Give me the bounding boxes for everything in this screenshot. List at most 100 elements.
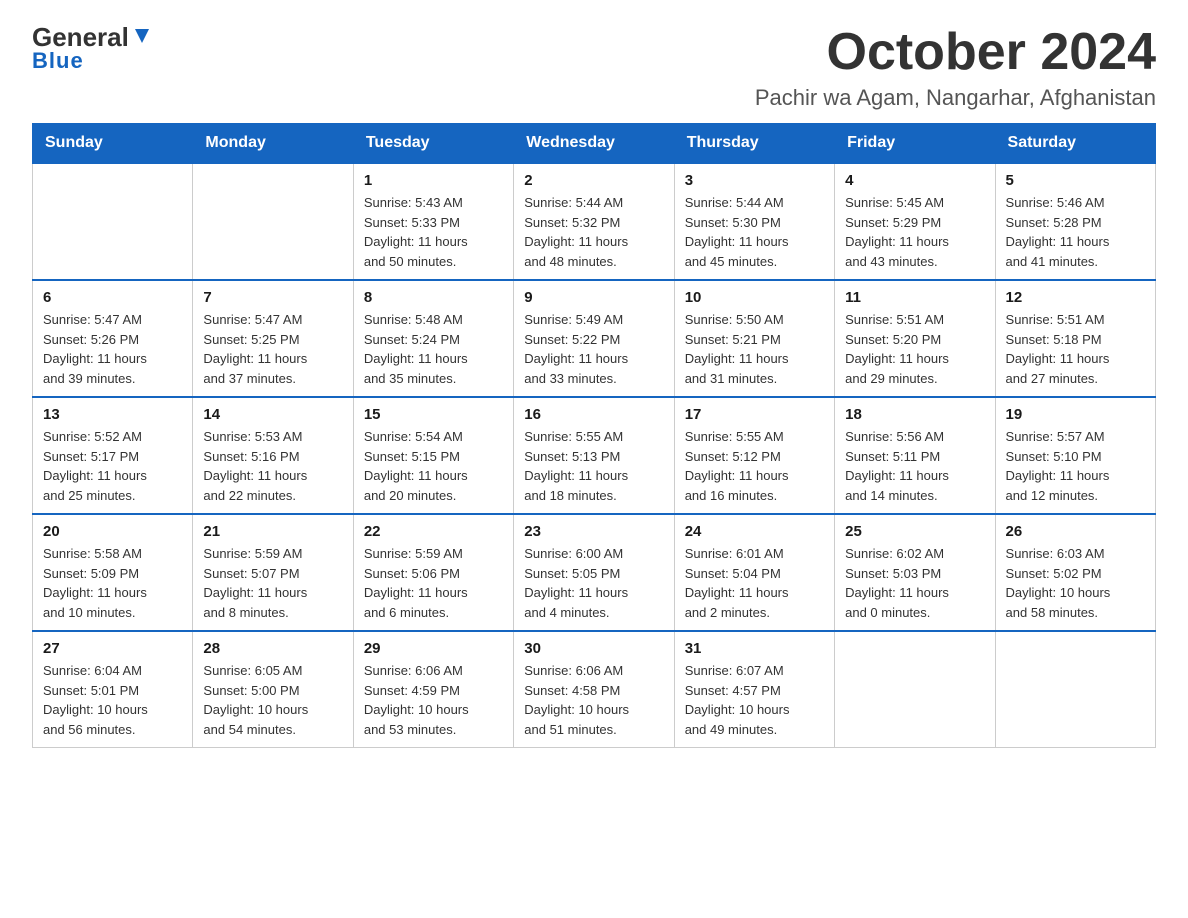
day-info: Sunrise: 6:00 AM Sunset: 5:05 PM Dayligh…: [524, 544, 663, 622]
day-number: 1: [364, 172, 503, 189]
calendar-day-cell: [193, 163, 353, 280]
calendar-day-cell: 17 Sunrise: 5:55 AM Sunset: 5:12 PM Dayli…: [674, 397, 834, 514]
day-number: 10: [685, 289, 824, 306]
day-number: 5: [1006, 172, 1145, 189]
logo-triangle-icon: [131, 25, 153, 47]
day-number: 29: [364, 640, 503, 657]
calendar-day-cell: 5 Sunrise: 5:46 AM Sunset: 5:28 PM Daylig…: [995, 163, 1155, 280]
day-number: 17: [685, 406, 824, 423]
day-info: Sunrise: 5:44 AM Sunset: 5:30 PM Dayligh…: [685, 193, 824, 271]
day-number: 14: [203, 406, 342, 423]
day-of-week-header: Friday: [835, 124, 995, 164]
calendar-day-cell: 24 Sunrise: 6:01 AM Sunset: 5:04 PM Dayli…: [674, 514, 834, 631]
day-number: 31: [685, 640, 824, 657]
day-info: Sunrise: 5:43 AM Sunset: 5:33 PM Dayligh…: [364, 193, 503, 271]
calendar-day-cell: 29 Sunrise: 6:06 AM Sunset: 4:59 PM Dayli…: [353, 631, 513, 748]
month-title: October 2024: [755, 24, 1156, 81]
day-of-week-header: Wednesday: [514, 124, 674, 164]
calendar-day-cell: [33, 163, 193, 280]
day-number: 13: [43, 406, 182, 423]
calendar-week-row: 20Sunrise: 5:58 AM Sunset: 5:09 PM Dayli…: [33, 514, 1156, 631]
day-number: 20: [43, 523, 182, 540]
calendar-day-cell: 19 Sunrise: 5:57 AM Sunset: 5:10 PM Dayli…: [995, 397, 1155, 514]
day-of-week-header: Saturday: [995, 124, 1155, 164]
calendar-day-cell: 12 Sunrise: 5:51 AM Sunset: 5:18 PM Dayli…: [995, 280, 1155, 397]
calendar-day-cell: 30Sunrise: 6:06 AM Sunset: 4:58 PM Dayli…: [514, 631, 674, 748]
calendar-day-cell: 9Sunrise: 5:49 AM Sunset: 5:22 PM Daylig…: [514, 280, 674, 397]
calendar-day-cell: 27 Sunrise: 6:04 AM Sunset: 5:01 PM Dayli…: [33, 631, 193, 748]
calendar-day-cell: 14 Sunrise: 5:53 AM Sunset: 5:16 PM Dayli…: [193, 397, 353, 514]
day-info: Sunrise: 5:54 AM Sunset: 5:15 PM Dayligh…: [364, 427, 503, 505]
day-number: 26: [1006, 523, 1145, 540]
day-number: 24: [685, 523, 824, 540]
page-header: General Blue October 2024 Pachir wa Agam…: [32, 24, 1156, 111]
calendar-day-cell: 31 Sunrise: 6:07 AM Sunset: 4:57 PM Dayli…: [674, 631, 834, 748]
day-of-week-header: Monday: [193, 124, 353, 164]
calendar-day-cell: 4 Sunrise: 5:45 AM Sunset: 5:29 PM Daylig…: [835, 163, 995, 280]
calendar-day-cell: [995, 631, 1155, 748]
day-info: Sunrise: 5:55 AM Sunset: 5:12 PM Dayligh…: [685, 427, 824, 505]
logo-blue-text: Blue: [32, 48, 84, 74]
calendar-day-cell: 13 Sunrise: 5:52 AM Sunset: 5:17 PM Dayli…: [33, 397, 193, 514]
calendar-week-row: 1 Sunrise: 5:43 AM Sunset: 5:33 PM Daylig…: [33, 163, 1156, 280]
day-number: 11: [845, 289, 984, 306]
calendar-day-cell: 6Sunrise: 5:47 AM Sunset: 5:26 PM Daylig…: [33, 280, 193, 397]
title-block: October 2024 Pachir wa Agam, Nangarhar, …: [755, 24, 1156, 111]
calendar-day-cell: 10 Sunrise: 5:50 AM Sunset: 5:21 PM Dayli…: [674, 280, 834, 397]
day-info: Sunrise: 5:44 AM Sunset: 5:32 PM Dayligh…: [524, 193, 663, 271]
day-number: 19: [1006, 406, 1145, 423]
day-of-week-header: Sunday: [33, 124, 193, 164]
calendar-day-cell: 8 Sunrise: 5:48 AM Sunset: 5:24 PM Daylig…: [353, 280, 513, 397]
day-info: Sunrise: 5:53 AM Sunset: 5:16 PM Dayligh…: [203, 427, 342, 505]
day-of-week-header: Thursday: [674, 124, 834, 164]
logo: General Blue: [32, 24, 153, 74]
day-number: 25: [845, 523, 984, 540]
calendar-day-cell: 28 Sunrise: 6:05 AM Sunset: 5:00 PM Dayli…: [193, 631, 353, 748]
day-number: 4: [845, 172, 984, 189]
day-info: Sunrise: 5:52 AM Sunset: 5:17 PM Dayligh…: [43, 427, 182, 505]
day-info: Sunrise: 6:02 AM Sunset: 5:03 PM Dayligh…: [845, 544, 984, 622]
calendar-week-row: 13 Sunrise: 5:52 AM Sunset: 5:17 PM Dayli…: [33, 397, 1156, 514]
calendar-day-cell: 26Sunrise: 6:03 AM Sunset: 5:02 PM Dayli…: [995, 514, 1155, 631]
location-title: Pachir wa Agam, Nangarhar, Afghanistan: [755, 85, 1156, 111]
day-info: Sunrise: 5:48 AM Sunset: 5:24 PM Dayligh…: [364, 310, 503, 388]
day-number: 27: [43, 640, 182, 657]
day-info: Sunrise: 5:45 AM Sunset: 5:29 PM Dayligh…: [845, 193, 984, 271]
day-number: 12: [1006, 289, 1145, 306]
calendar-day-cell: 11 Sunrise: 5:51 AM Sunset: 5:20 PM Dayli…: [835, 280, 995, 397]
calendar-day-cell: 18Sunrise: 5:56 AM Sunset: 5:11 PM Dayli…: [835, 397, 995, 514]
day-info: Sunrise: 6:01 AM Sunset: 5:04 PM Dayligh…: [685, 544, 824, 622]
day-info: Sunrise: 5:57 AM Sunset: 5:10 PM Dayligh…: [1006, 427, 1145, 505]
day-info: Sunrise: 5:51 AM Sunset: 5:18 PM Dayligh…: [1006, 310, 1145, 388]
day-info: Sunrise: 6:04 AM Sunset: 5:01 PM Dayligh…: [43, 661, 182, 739]
calendar-day-cell: 3Sunrise: 5:44 AM Sunset: 5:30 PM Daylig…: [674, 163, 834, 280]
day-number: 2: [524, 172, 663, 189]
day-info: Sunrise: 5:51 AM Sunset: 5:20 PM Dayligh…: [845, 310, 984, 388]
calendar-day-cell: 22 Sunrise: 5:59 AM Sunset: 5:06 PM Dayli…: [353, 514, 513, 631]
calendar-day-cell: 1 Sunrise: 5:43 AM Sunset: 5:33 PM Daylig…: [353, 163, 513, 280]
day-number: 15: [364, 406, 503, 423]
day-info: Sunrise: 5:46 AM Sunset: 5:28 PM Dayligh…: [1006, 193, 1145, 271]
calendar-day-cell: [835, 631, 995, 748]
day-info: Sunrise: 5:56 AM Sunset: 5:11 PM Dayligh…: [845, 427, 984, 505]
day-info: Sunrise: 5:50 AM Sunset: 5:21 PM Dayligh…: [685, 310, 824, 388]
day-info: Sunrise: 6:05 AM Sunset: 5:00 PM Dayligh…: [203, 661, 342, 739]
day-info: Sunrise: 5:47 AM Sunset: 5:26 PM Dayligh…: [43, 310, 182, 388]
day-number: 22: [364, 523, 503, 540]
day-info: Sunrise: 6:07 AM Sunset: 4:57 PM Dayligh…: [685, 661, 824, 739]
logo-general-text: General: [32, 24, 129, 50]
calendar-day-cell: 2 Sunrise: 5:44 AM Sunset: 5:32 PM Daylig…: [514, 163, 674, 280]
day-number: 30: [524, 640, 663, 657]
day-number: 28: [203, 640, 342, 657]
calendar-week-row: 6Sunrise: 5:47 AM Sunset: 5:26 PM Daylig…: [33, 280, 1156, 397]
calendar-day-cell: 16Sunrise: 5:55 AM Sunset: 5:13 PM Dayli…: [514, 397, 674, 514]
day-number: 8: [364, 289, 503, 306]
calendar-week-row: 27 Sunrise: 6:04 AM Sunset: 5:01 PM Dayli…: [33, 631, 1156, 748]
day-info: Sunrise: 6:06 AM Sunset: 4:59 PM Dayligh…: [364, 661, 503, 739]
calendar-day-cell: 25 Sunrise: 6:02 AM Sunset: 5:03 PM Dayli…: [835, 514, 995, 631]
day-number: 16: [524, 406, 663, 423]
calendar-day-cell: 21Sunrise: 5:59 AM Sunset: 5:07 PM Dayli…: [193, 514, 353, 631]
day-of-week-header: Tuesday: [353, 124, 513, 164]
day-info: Sunrise: 5:59 AM Sunset: 5:06 PM Dayligh…: [364, 544, 503, 622]
calendar-table: SundayMondayTuesdayWednesdayThursdayFrid…: [32, 123, 1156, 748]
